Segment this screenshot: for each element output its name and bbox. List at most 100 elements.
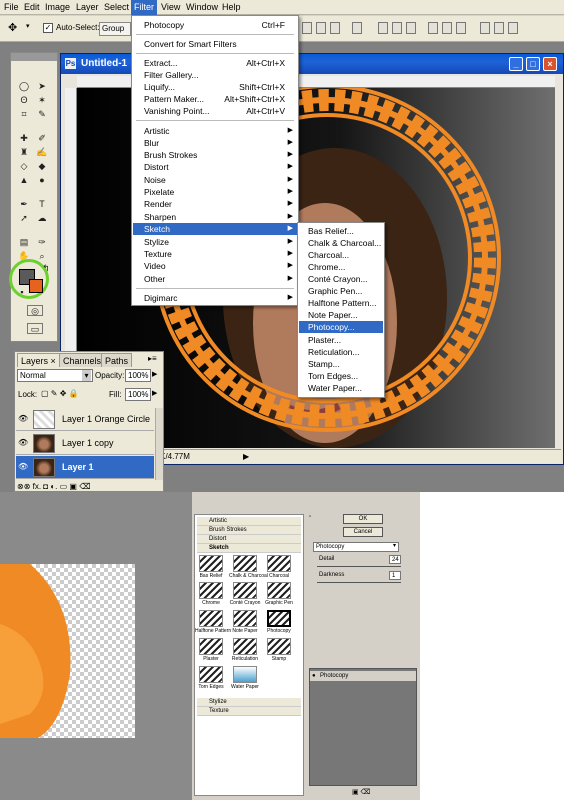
- blend-mode-select[interactable]: Normal ▾: [17, 369, 93, 382]
- magic-wand-icon[interactable]: ✶: [35, 95, 49, 106]
- pen-tool-icon[interactable]: ✒: [17, 199, 31, 210]
- menu-item-smart-filters[interactable]: Convert for Smart Filters: [133, 38, 297, 50]
- menu-window[interactable]: Window: [183, 2, 221, 13]
- menu-item-brush-strokes[interactable]: Brush Strokes ▶: [133, 149, 297, 161]
- lock-icons[interactable]: ▢ ✎ ✥ 🔒: [41, 389, 79, 398]
- submenu-item[interactable]: Plaster...: [299, 334, 383, 346]
- thumb-stamp[interactable]: [267, 638, 291, 655]
- tab-channels[interactable]: Channels: [59, 353, 106, 367]
- auto-select-checkbox[interactable]: ✓: [43, 23, 53, 33]
- menu-item-sharpen[interactable]: Sharpen ▶: [133, 211, 297, 223]
- slice-tool-icon[interactable]: ✎: [35, 109, 49, 120]
- menu-item-other[interactable]: Other ▶: [133, 273, 297, 285]
- effect-layer-row[interactable]: ● Photocopy: [310, 671, 416, 681]
- opacity-input[interactable]: 100%: [125, 369, 151, 382]
- menu-image[interactable]: Image: [42, 2, 73, 13]
- eye-icon[interactable]: 👁: [18, 438, 28, 447]
- menu-item-render[interactable]: Render ▶: [133, 198, 297, 210]
- submenu-item[interactable]: Halftone Pattern...: [299, 297, 383, 309]
- thumb-torn-edges[interactable]: [199, 666, 223, 683]
- marquee-tool-icon[interactable]: ◯: [17, 81, 31, 92]
- history-brush-icon[interactable]: ✍: [35, 147, 49, 158]
- new-effect-layer-icon[interactable]: ▣ ⌫: [352, 788, 370, 796]
- layers-scrollbar[interactable]: [155, 408, 163, 480]
- eye-icon[interactable]: ●: [312, 671, 316, 681]
- menu-item-video[interactable]: Video ▶: [133, 260, 297, 272]
- thumb-water-paper[interactable]: [233, 666, 257, 683]
- thumb-chalk-charcoal[interactable]: [233, 555, 257, 572]
- submenu-item[interactable]: Stamp...: [299, 358, 383, 370]
- category-brush-strokes[interactable]: Brush Strokes: [197, 526, 301, 535]
- submenu-item[interactable]: Torn Edges...: [299, 370, 383, 382]
- thumb-plaster[interactable]: [199, 638, 223, 655]
- path-select-icon[interactable]: ➚: [17, 213, 31, 224]
- menu-item-distort[interactable]: Distort ▶: [133, 161, 297, 173]
- bucket-tool-icon[interactable]: ◆: [35, 161, 49, 172]
- auto-blend-icon[interactable]: [494, 22, 504, 34]
- panel-menu-icon[interactable]: ▸≡: [148, 354, 157, 363]
- submenu-item[interactable]: Chalk & Charcoal...: [299, 237, 383, 249]
- chevron-down-icon[interactable]: ▾: [82, 370, 91, 381]
- thumb-graphic-pen[interactable]: [267, 582, 291, 599]
- group-select[interactable]: Group: [99, 22, 131, 36]
- eyedropper-icon[interactable]: ✑: [35, 237, 49, 248]
- align-top-icon[interactable]: [302, 22, 312, 34]
- menu-item-pixelate[interactable]: Pixelate ▶: [133, 186, 297, 198]
- submenu-item[interactable]: Reticulation...: [299, 346, 383, 358]
- auto-align-icon[interactable]: [480, 22, 490, 34]
- thumb-chrome[interactable]: [199, 582, 223, 599]
- default-colors-icon[interactable]: ▪: [15, 287, 29, 298]
- thumb-bas-relief[interactable]: [199, 555, 223, 572]
- collapse-icon[interactable]: ▫: [309, 514, 311, 520]
- submenu-item[interactable]: Note Paper...: [299, 309, 383, 321]
- menu-item-digimarc[interactable]: Digimarc ▶: [133, 292, 297, 304]
- thumb-halftone-pattern[interactable]: [199, 610, 223, 627]
- layer-row-selected[interactable]: 👁 Layer 1: [16, 456, 154, 479]
- menu-item-blur[interactable]: Blur ▶: [133, 137, 297, 149]
- move-tool-icon[interactable]: ✥: [8, 21, 17, 34]
- thumb-reticulation[interactable]: [233, 638, 257, 655]
- menu-layer[interactable]: Layer: [73, 2, 102, 13]
- distribute-center-icon[interactable]: [442, 22, 452, 34]
- category-distort[interactable]: Distort: [197, 535, 301, 544]
- menu-help[interactable]: Help: [219, 2, 244, 13]
- swap-colors-icon[interactable]: ↰: [39, 263, 53, 274]
- menu-item-artistic[interactable]: Artistic ▶: [133, 125, 297, 137]
- thumb-photocopy-selected[interactable]: [267, 610, 291, 627]
- darkness-slider[interactable]: [317, 582, 401, 583]
- menu-file[interactable]: File: [1, 2, 22, 13]
- menu-item-stylize[interactable]: Stylize ▶: [133, 236, 297, 248]
- menu-item-vanishing-point[interactable]: Vanishing Point... Alt+Ctrl+V: [133, 105, 297, 117]
- submenu-item[interactable]: Conté Crayon...: [299, 273, 383, 285]
- menu-item-extract[interactable]: Extract... Alt+Ctrl+X: [133, 57, 297, 69]
- menu-item-sketch[interactable]: Sketch ▶: [133, 223, 297, 235]
- category-stylize[interactable]: Stylize: [197, 698, 301, 707]
- menu-view[interactable]: View: [158, 2, 183, 13]
- distribute-right-icon[interactable]: [456, 22, 466, 34]
- background-color-swatch[interactable]: [29, 279, 43, 293]
- menu-item-last-filter[interactable]: Photocopy Ctrl+F: [133, 19, 297, 31]
- cancel-button[interactable]: Cancel: [343, 527, 383, 537]
- filter-select[interactable]: Photocopy: [313, 542, 399, 552]
- category-artistic[interactable]: Artistic: [197, 517, 301, 526]
- darkness-input[interactable]: 1: [389, 571, 401, 580]
- menu-item-filter-gallery[interactable]: Filter Gallery...: [133, 69, 297, 81]
- align-bottom-icon[interactable]: [330, 22, 340, 34]
- fill-arrow-icon[interactable]: ▶: [152, 389, 157, 397]
- submenu-item[interactable]: Graphic Pen...: [299, 285, 383, 297]
- crop-tool-icon[interactable]: ⌗: [17, 109, 31, 120]
- eraser-tool-icon[interactable]: ◇: [17, 161, 31, 172]
- stamp-tool-icon[interactable]: ♜: [17, 147, 31, 158]
- notes-tool-icon[interactable]: ▤: [17, 237, 31, 248]
- align-left-icon[interactable]: [352, 22, 362, 34]
- thumb-note-paper[interactable]: [233, 610, 257, 627]
- layers-footer-icons[interactable]: ⊗⊗ fx. ◘ ◐. ▭ ▣ ⌫: [17, 482, 163, 491]
- menu-filter[interactable]: Filter: [131, 0, 157, 15]
- transform-icon[interactable]: [508, 22, 518, 34]
- menu-item-pattern-maker[interactable]: Pattern Maker... Alt+Shift+Ctrl+X: [133, 93, 297, 105]
- distribute-left-icon[interactable]: [428, 22, 438, 34]
- menu-select[interactable]: Select: [101, 2, 132, 13]
- close-icon[interactable]: ×: [543, 57, 557, 71]
- submenu-item[interactable]: Water Paper...: [299, 382, 383, 394]
- submenu-item[interactable]: Bas Relief...: [299, 225, 383, 237]
